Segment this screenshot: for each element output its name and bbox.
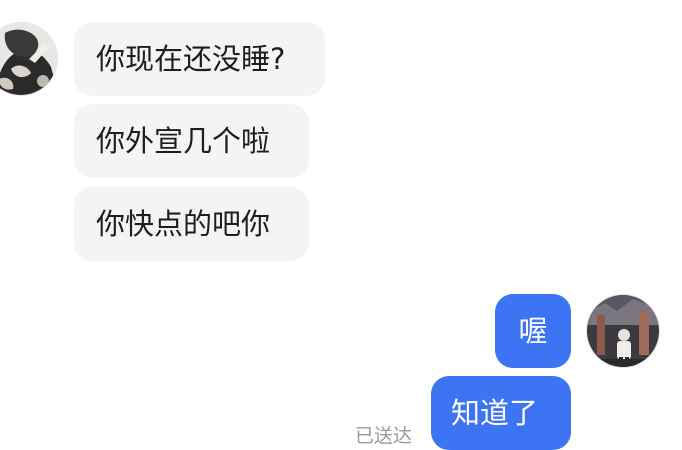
contact-avatar-image [0,23,57,95]
incoming-message-bubble[interactable]: 你现在还没睡? [74,22,325,96]
message-text: 喔 [518,314,548,348]
incoming-message-bubble[interactable]: 你外宣几个啦 [74,104,309,178]
chat-thread: 你现在还没睡? 你外宣几个啦 你快点的吧你 喔 已送达 知道了 [0,0,682,450]
delivery-status: 已送达 [355,425,413,447]
message-text: 你外宣几个啦 [96,124,271,158]
message-text: 你快点的吧你 [96,207,271,241]
contact-avatar[interactable] [0,22,58,96]
message-text: 知道了 [451,396,539,430]
message-text: 你现在还没睡? [96,42,286,76]
outgoing-message-bubble[interactable]: 喔 [495,294,571,368]
outgoing-message-bubble[interactable]: 知道了 [431,376,571,450]
user-avatar-image [587,295,659,367]
incoming-message-bubble[interactable]: 你快点的吧你 [74,187,309,261]
user-avatar[interactable] [586,294,660,368]
